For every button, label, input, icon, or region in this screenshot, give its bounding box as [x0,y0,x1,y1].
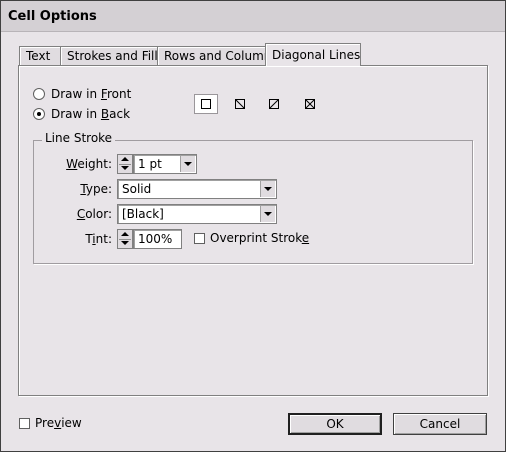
stepper-down-icon [121,166,129,170]
draw-in-front-label: Draw in Front [51,87,132,101]
tab-diagonal-lines[interactable]: Diagonal Lines [265,43,361,66]
weight-label: Weight: [66,157,112,171]
tab-rows-and-columns[interactable]: Rows and Columns [157,46,278,66]
draw-in-front-radio[interactable]: Draw in Front [33,86,131,102]
color-label: Color: [76,207,112,221]
tab-strokes-and-fills[interactable]: Strokes and Fills [60,46,164,66]
radio-indicator [33,88,45,100]
overprint-stroke-label: Overprint Stroke [210,231,310,245]
weight-field[interactable]: 1 pt [133,154,197,174]
line-stroke-legend: Line Stroke [42,131,116,145]
draw-in-back-label: Draw in Back [51,107,131,121]
tab-text[interactable]: Text [19,46,61,66]
chevron-down-icon[interactable] [260,181,275,197]
diagonal-up-icon [269,99,279,109]
cancel-button[interactable]: Cancel [393,413,487,435]
diagonal-down-button[interactable] [228,94,252,114]
type-select[interactable]: Solid [117,179,277,199]
stepper-down-icon [121,241,129,245]
stepper-up-icon [121,232,129,236]
tint-label: Tint: [85,232,112,246]
dialog-title: Cell Options [8,9,97,24]
preview-checkbox[interactable] [19,418,30,429]
title-bar: Cell Options [1,1,505,32]
color-select[interactable]: [Black] [117,204,277,224]
diagonal-down-icon [235,99,245,109]
chevron-down-icon[interactable] [180,156,195,172]
tint-stepper[interactable] [117,229,133,249]
overprint-stroke-checkbox[interactable] [194,233,205,244]
no-diagonal-icon [201,99,211,109]
radio-indicator [33,108,45,120]
ok-button[interactable]: OK [288,413,382,435]
tint-field[interactable]: 100% [133,229,182,249]
preview-label: Preview [35,416,82,430]
diagonal-both-button[interactable] [298,94,322,114]
draw-in-back-radio[interactable]: Draw in Back [33,106,130,122]
no-diagonal-button[interactable] [194,94,218,114]
diagonal-up-button[interactable] [262,94,286,114]
stepper-up-icon [121,157,129,161]
weight-stepper[interactable] [117,154,133,174]
type-label: Type: [80,182,112,196]
diagonal-both-icon [305,99,315,109]
chevron-down-icon[interactable] [260,206,275,222]
